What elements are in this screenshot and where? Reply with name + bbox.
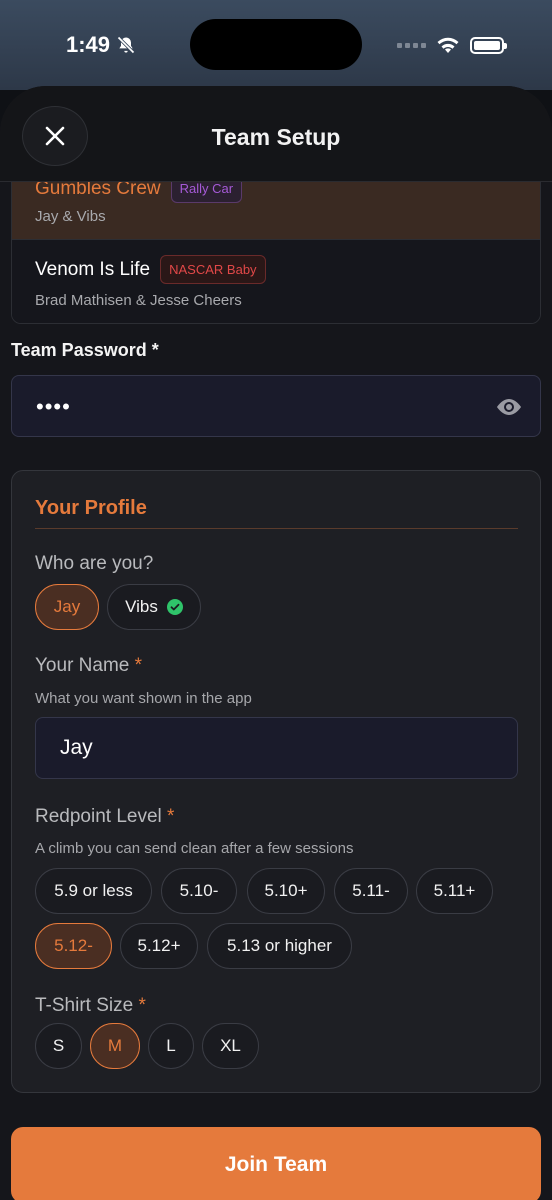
who-option-vibs[interactable]: Vibs [107, 584, 201, 630]
team-setup-sheet: Team Setup Gumbles Crew Rally Car Jay & … [0, 86, 552, 1200]
battery-icon [470, 36, 507, 54]
join-team-button[interactable]: Join Team [11, 1127, 541, 1200]
redpoint-option[interactable]: 5.11+ [416, 868, 493, 914]
team-members: Brad Mathisen & Jesse Cheers [35, 292, 242, 309]
team-members: Jay & Vibs [35, 208, 106, 225]
eye-icon[interactable] [494, 395, 524, 419]
profile-title: Your Profile [35, 497, 147, 519]
status-indicators [397, 36, 507, 54]
password-label: Team Password * [11, 340, 159, 360]
redpoint-option[interactable]: 5.9 or less [35, 868, 152, 914]
redpoint-hint: A climb you can send clean after a few s… [35, 840, 354, 857]
password-field[interactable]: •••• [11, 375, 541, 437]
page-title: Team Setup [211, 124, 341, 150]
redpoint-option[interactable]: 5.12+ [120, 923, 198, 969]
check-circle-icon [166, 599, 183, 615]
redpoint-label: Redpoint Level * [35, 806, 175, 827]
shirt-option-l[interactable]: L [148, 1023, 194, 1069]
password-value: •••• [36, 394, 71, 419]
chip-label: Jay [53, 597, 81, 616]
team-tag: NASCAR Baby [160, 255, 266, 284]
redpoint-option[interactable]: 5.10+ [247, 868, 325, 914]
profile-divider [35, 528, 518, 529]
team-name-row: Venom Is Life NASCAR Baby [35, 255, 266, 284]
chip-label: Vibs [125, 597, 158, 616]
team-name: Venom Is Life [35, 258, 151, 280]
who-option-jay[interactable]: Jay [35, 584, 99, 630]
shirt-label: T-Shirt Size * [35, 995, 146, 1016]
profile-card: Your Profile Who are you? Jay Vibs Your … [11, 470, 541, 1093]
sheet-header: Team Setup [0, 86, 552, 182]
bell-muted-icon [117, 36, 135, 54]
name-label: Your Name * [35, 655, 143, 676]
name-hint: What you want shown in the app [35, 690, 252, 707]
redpoint-option[interactable]: 5.13 or higher [207, 923, 352, 969]
redpoint-option[interactable]: 5.10- [161, 868, 237, 914]
name-input[interactable]: Jay [35, 717, 518, 779]
signal-icon [397, 42, 426, 48]
shirt-option-xl[interactable]: XL [202, 1023, 259, 1069]
clock-label: 1:49 [66, 32, 111, 57]
team-item-venom-is-life[interactable]: Venom Is Life NASCAR Baby Brad Mathisen … [12, 240, 540, 323]
redpoint-option-selected[interactable]: 5.12- [35, 923, 112, 969]
dynamic-island [190, 19, 362, 70]
shirt-option-m[interactable]: M [90, 1023, 140, 1069]
redpoint-option[interactable]: 5.11- [334, 868, 408, 914]
shirt-option-s[interactable]: S [35, 1023, 82, 1069]
status-time: 1:49 [66, 32, 136, 58]
wifi-icon [437, 37, 459, 53]
who-label: Who are you? [35, 553, 154, 574]
status-bar: 1:49 [0, 0, 552, 90]
